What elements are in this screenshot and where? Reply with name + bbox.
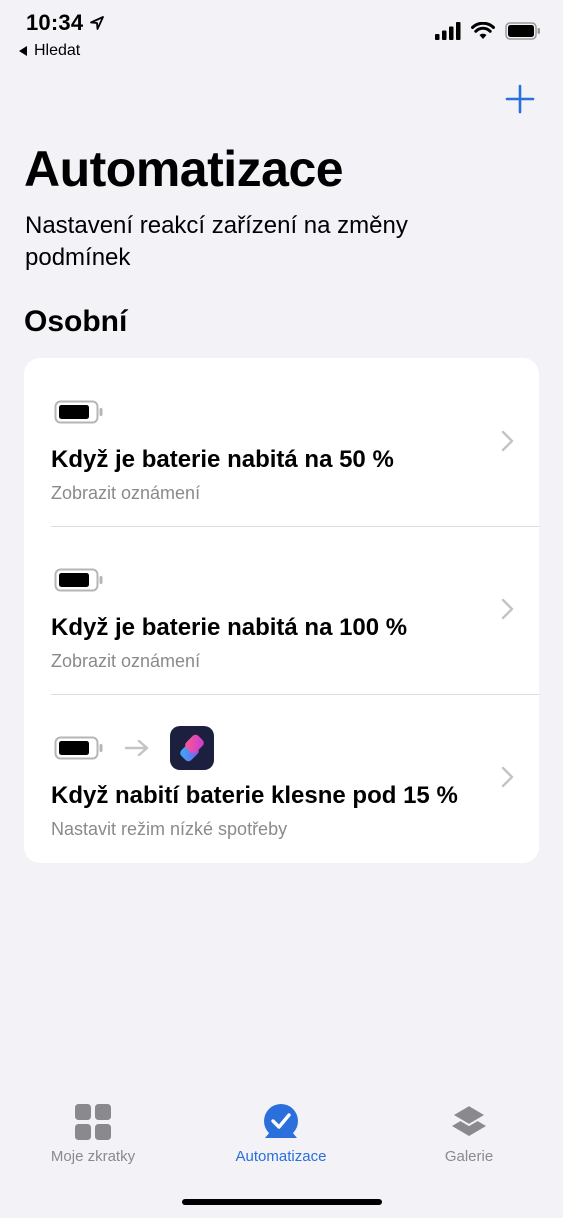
automation-title: Když je baterie nabitá na 50 % (51, 446, 394, 473)
back-triangle-icon (19, 46, 27, 56)
location-arrow-icon (90, 16, 105, 30)
chevron-right-icon (501, 766, 514, 788)
row-icons (54, 558, 104, 602)
home-indicator[interactable] (182, 1199, 382, 1205)
automation-subtitle: Zobrazit oznámení (51, 483, 201, 503)
row-icons (54, 726, 214, 770)
shortcuts-app-icon (170, 726, 214, 770)
add-automation-button[interactable] (505, 84, 535, 114)
automation-row[interactable]: Když je baterie nabitá na 50 % Zobrazit … (24, 358, 539, 526)
tab-my-shortcuts[interactable]: Moje zkratky (13, 1102, 173, 1165)
automation-subtitle: Zobrazit oznámení (51, 651, 201, 671)
automation-title: Když nabití baterie klesne pod 15 % (51, 782, 458, 809)
battery-icon (54, 736, 103, 760)
chevron-right-icon (501, 430, 514, 452)
tab-automation[interactable]: Automatizace (201, 1102, 361, 1165)
tab-label: Moje zkratky (50, 1148, 136, 1165)
back-to-app-button[interactable]: Hledat (18, 42, 80, 60)
layers-icon (450, 1103, 488, 1136)
tab-gallery[interactable]: Galerie (389, 1102, 549, 1165)
tab-label: Automatizace (235, 1148, 327, 1165)
page-title: Automatizace (24, 141, 344, 197)
battery-icon (54, 568, 103, 592)
status-icons (435, 22, 541, 40)
chevron-right-icon (501, 598, 514, 620)
back-app-label: Hledat (34, 42, 81, 59)
arrow-right-icon (124, 739, 149, 757)
battery-status-icon (505, 22, 540, 40)
automation-row[interactable]: Když nabití baterie klesne pod 15 % Nast… (24, 694, 539, 862)
automation-row[interactable]: Když je baterie nabitá na 100 % Zobrazit… (24, 526, 539, 694)
wifi-icon (471, 22, 495, 39)
grid-icon (75, 1104, 111, 1140)
section-title: Osobní (24, 305, 128, 338)
automation-title: Když je baterie nabitá na 100 % (51, 614, 408, 641)
status-bar: 10:34 Hledat (0, 0, 563, 70)
battery-icon (54, 400, 103, 424)
status-time: 10:34 (26, 10, 105, 36)
page-subtitle: Nastavení reakcí zařízení na změny podmí… (25, 212, 408, 271)
automation-subtitle: Nastavit režim nízké spotřeby (51, 819, 288, 839)
clock-check-icon (264, 1104, 298, 1138)
automations-list: Když je baterie nabitá na 50 % Zobrazit … (24, 358, 539, 863)
row-icons (54, 390, 104, 434)
cellular-signal-icon (435, 22, 461, 40)
tab-label: Galerie (444, 1148, 494, 1165)
time-label: 10:34 (26, 10, 84, 35)
